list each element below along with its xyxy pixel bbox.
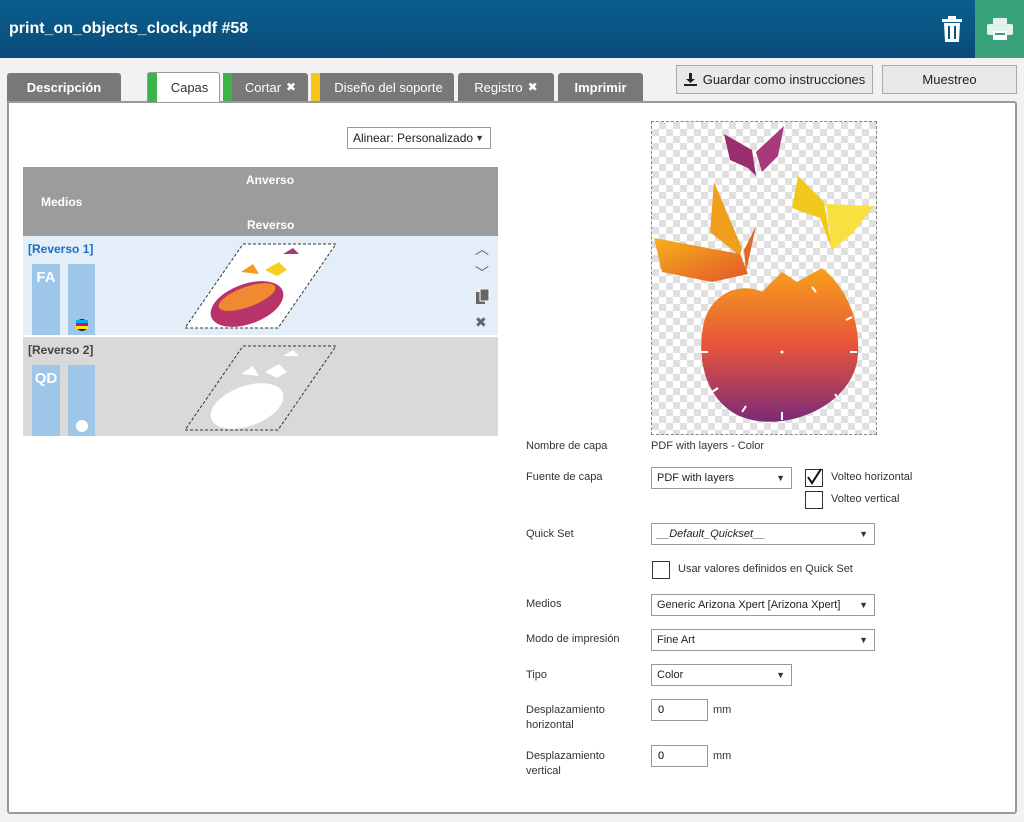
type-label: Tipo: [526, 669, 547, 681]
layer-name-value: PDF with layers - Color: [651, 440, 765, 452]
tab-stripe: [223, 73, 232, 101]
layer-row[interactable]: [Reverso 2] QD: [23, 337, 498, 436]
v-offset-label-2: vertical: [526, 765, 561, 777]
type-value: Color: [657, 669, 684, 681]
tab-registro[interactable]: Registro ✖: [458, 73, 554, 101]
tab-stripe: [148, 73, 157, 102]
h-offset-input[interactable]: 0: [651, 699, 708, 721]
h-offset-value: 0: [658, 704, 665, 716]
ink-badge: [68, 264, 95, 335]
move-up-icon[interactable]: ︿: [475, 239, 489, 259]
tab-label: Registro: [474, 79, 523, 95]
tab-capas[interactable]: Capas: [147, 72, 220, 102]
dropdown-arrow-icon: ▼: [859, 635, 868, 645]
move-down-icon[interactable]: ﹀: [475, 263, 489, 283]
title-bar: print_on_objects_clock.pdf #58: [0, 0, 1024, 58]
quickset-label: Quick Set: [526, 528, 574, 540]
align-value: Alinear: Personalizado: [353, 131, 474, 145]
tab-cortar[interactable]: Cortar ✖: [223, 73, 308, 101]
cmyk-icon: [76, 319, 88, 331]
ink-badge: [68, 365, 95, 436]
layer-row[interactable]: [Reverso 1] FA ︿ ﹀ ✖: [23, 236, 498, 335]
dropdown-arrow-icon: ▼: [776, 670, 785, 680]
tab-diseno-soporte[interactable]: Diseño del soporte: [311, 73, 454, 101]
v-offset-input[interactable]: 0: [651, 745, 708, 767]
flip-horizontal-checkbox[interactable]: [805, 468, 823, 487]
tab-imprimir[interactable]: Imprimir: [558, 73, 643, 101]
tab-label: Cortar: [244, 79, 282, 95]
medios-header: Medios: [41, 195, 83, 209]
layers-table-header: Medios Anverso Reverso: [23, 167, 498, 236]
tab-label: Diseño del soporte: [334, 79, 443, 95]
trash-icon: [942, 16, 962, 42]
v-offset-label: Desplazamiento: [526, 750, 605, 762]
tab-descripcion[interactable]: Descripción: [7, 73, 121, 101]
dropdown-arrow-icon: ▼: [859, 600, 868, 610]
layer-source-label: Fuente de capa: [526, 471, 603, 483]
use-quickset-label: Usar valores definidos en Quick Set: [678, 563, 853, 575]
layer-preview: [651, 121, 877, 435]
layer-name-label: Nombre de capa: [526, 440, 608, 452]
dropdown-arrow-icon: ▼: [776, 473, 785, 483]
save-instructions-label: Guardar como instrucciones: [702, 72, 866, 87]
flip-vertical-checkbox[interactable]: [805, 491, 823, 509]
white-ink-icon: [76, 420, 88, 432]
delete-button[interactable]: [930, 0, 974, 58]
reverso-header: Reverso: [247, 218, 295, 232]
v-offset-unit: mm: [713, 750, 732, 762]
sample-button[interactable]: Muestreo: [882, 65, 1017, 94]
tab-label: Imprimir: [574, 79, 627, 95]
sample-label: Muestreo: [922, 72, 977, 87]
h-offset-unit: mm: [713, 704, 732, 716]
media-badge: FA: [32, 264, 60, 335]
printer-icon: [986, 18, 1013, 40]
tab-label: Capas: [170, 80, 209, 95]
badge-text: FA: [36, 269, 56, 286]
flip-vertical-label: Volteo vertical: [831, 493, 900, 505]
print-button[interactable]: [975, 0, 1024, 58]
quickset-select[interactable]: __Default_Quickset__ ▼: [651, 523, 875, 545]
flip-horizontal-label: Volteo horizontal: [831, 471, 913, 483]
download-icon: [683, 73, 697, 86]
layer-source-select[interactable]: PDF with layers ▼: [651, 467, 792, 489]
align-select[interactable]: Alinear: Personalizado ▼: [347, 127, 491, 149]
print-mode-value: Fine Art: [657, 634, 695, 646]
print-mode-label: Modo de impresión: [526, 633, 620, 645]
use-quickset-checkbox[interactable]: [652, 561, 670, 579]
layer-row-label: [Reverso 1]: [28, 242, 94, 256]
clock-artwork: [654, 126, 874, 422]
quickset-value: __Default_Quickset__: [657, 528, 766, 540]
badge-text: QD: [34, 370, 58, 387]
tab-stripe: [311, 73, 320, 101]
media-select[interactable]: Generic Arizona Xpert [Arizona Xpert] ▼: [651, 594, 875, 616]
v-offset-value: 0: [658, 750, 665, 762]
anverso-header: Anverso: [246, 173, 295, 187]
print-mode-select[interactable]: Fine Art ▼: [651, 629, 875, 651]
cross-icon: ✖: [527, 80, 538, 94]
layer-source-value: PDF with layers: [657, 472, 735, 484]
tab-label: Descripción: [26, 79, 102, 95]
cross-icon: ✖: [286, 80, 297, 94]
h-offset-label-2: horizontal: [526, 719, 574, 731]
checkmark-icon: [807, 468, 822, 485]
media-value: Generic Arizona Xpert [Arizona Xpert]: [657, 599, 841, 611]
h-offset-label: Desplazamiento: [526, 704, 605, 716]
media-label: Medios: [526, 598, 562, 610]
type-select[interactable]: Color ▼: [651, 664, 792, 686]
window-title: print_on_objects_clock.pdf #58: [9, 20, 249, 37]
layer-thumbnail: [184, 243, 337, 329]
layer-row-label: [Reverso 2]: [28, 343, 94, 357]
dropdown-arrow-icon: ▼: [859, 529, 868, 539]
copy-icon[interactable]: [475, 288, 491, 308]
save-instructions-button[interactable]: Guardar como instrucciones: [676, 65, 873, 94]
dropdown-arrow-icon: ▼: [475, 133, 484, 143]
delete-layer-icon[interactable]: ✖: [475, 314, 487, 331]
media-badge: QD: [32, 365, 60, 436]
layer-thumbnail: [184, 345, 337, 431]
